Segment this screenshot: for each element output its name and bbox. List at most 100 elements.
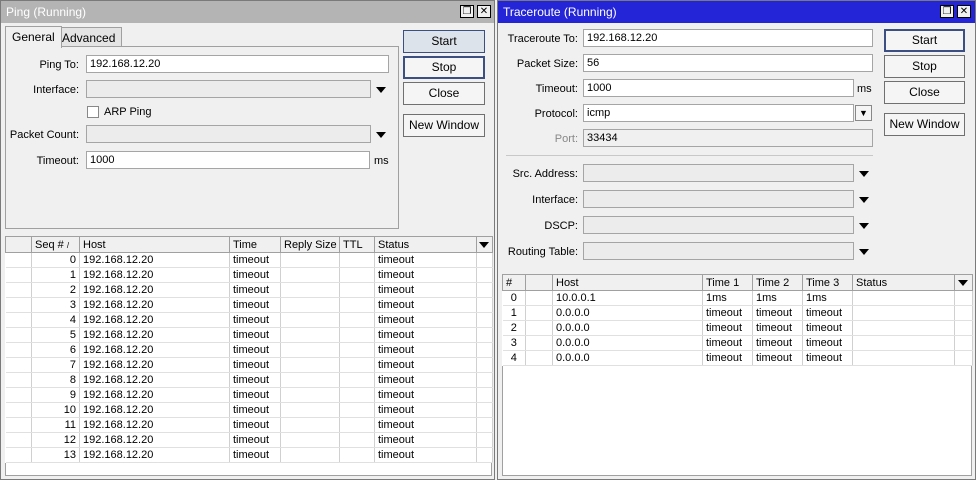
close-button[interactable]: Close xyxy=(884,81,965,104)
start-button[interactable]: Start xyxy=(884,29,965,52)
table-row[interactable]: 3 192.168.12.20 timeout timeout xyxy=(5,297,493,313)
column-header-time3[interactable]: Time 3 xyxy=(802,274,853,291)
timeout-input[interactable]: 1000 xyxy=(86,151,370,169)
cell-reply-size xyxy=(280,447,340,463)
restore-icon[interactable]: ❐ xyxy=(940,5,954,18)
cell-ttl xyxy=(339,297,375,313)
port-input[interactable]: 33434 xyxy=(583,129,873,147)
start-button[interactable]: Start xyxy=(403,30,485,53)
table-row[interactable]: 0 10.0.0.1 1ms 1ms 1ms xyxy=(502,290,973,306)
cell-status: timeout xyxy=(374,252,477,268)
table-row[interactable]: 8 192.168.12.20 timeout timeout xyxy=(5,372,493,388)
routing-table-select[interactable] xyxy=(583,242,854,260)
packet-count-select[interactable] xyxy=(86,125,371,143)
column-chooser[interactable] xyxy=(954,274,973,291)
interface-select[interactable] xyxy=(86,80,371,98)
table-row[interactable]: 2 0.0.0.0 timeout timeout timeout xyxy=(502,320,973,336)
packet-size-input[interactable]: 56 xyxy=(583,54,873,72)
table-row[interactable]: 12 192.168.12.20 timeout timeout xyxy=(5,432,493,448)
dscp-select[interactable] xyxy=(583,216,854,234)
close-button[interactable]: Close xyxy=(403,82,485,105)
stop-button[interactable]: Stop xyxy=(403,56,485,79)
timeout-input[interactable]: 1000 xyxy=(583,79,854,97)
column-header-status[interactable]: Status xyxy=(852,274,955,291)
cell-index: 3 xyxy=(502,335,526,351)
column-header-status[interactable]: Status xyxy=(374,236,477,253)
column-header-ttl[interactable]: TTL xyxy=(339,236,375,253)
cell-host: 192.168.12.20 xyxy=(79,387,230,403)
tab-general[interactable]: General xyxy=(5,26,62,48)
tab-advanced[interactable]: Advanced xyxy=(55,27,123,47)
table-row[interactable]: 1 192.168.12.20 timeout timeout xyxy=(5,267,493,283)
traceroute-results-table: # Host Time 1 Time 2 Time 3 Status 0 10.0… xyxy=(502,274,973,366)
cell-status: timeout xyxy=(374,447,477,463)
cell-index: 2 xyxy=(502,320,526,336)
column-header-host[interactable]: Host xyxy=(79,236,230,253)
cell-seq: 5 xyxy=(31,327,80,343)
table-row[interactable]: 10 192.168.12.20 timeout timeout xyxy=(5,402,493,418)
cell-seq: 9 xyxy=(31,387,80,403)
cell-spacer xyxy=(476,402,493,418)
cell-time2: timeout xyxy=(752,350,803,366)
traceroute-to-input[interactable]: 192.168.12.20 xyxy=(583,29,873,47)
ping-to-input[interactable]: 192.168.12.20 xyxy=(86,55,389,73)
close-icon[interactable]: ✕ xyxy=(957,5,971,18)
table-row[interactable]: 1 0.0.0.0 timeout timeout timeout xyxy=(502,305,973,321)
row-marker xyxy=(5,417,32,433)
row-marker xyxy=(5,327,32,343)
column-header-time[interactable]: Time xyxy=(229,236,281,253)
restore-icon[interactable]: ❐ xyxy=(460,5,474,18)
cell-spacer xyxy=(476,417,493,433)
column-header-reply-size[interactable]: Reply Size xyxy=(280,236,340,253)
close-icon[interactable]: ✕ xyxy=(477,5,491,18)
protocol-select[interactable]: icmp xyxy=(583,104,854,122)
column-header-blank[interactable] xyxy=(525,274,553,291)
traceroute-titlebar[interactable]: Traceroute (Running) ❐ ✕ xyxy=(498,1,975,23)
cell-time: timeout xyxy=(229,282,281,298)
chevron-down-icon[interactable] xyxy=(958,280,968,286)
cell-seq: 12 xyxy=(31,432,80,448)
chevron-down-icon[interactable] xyxy=(376,87,386,93)
cell-spacer xyxy=(476,357,493,373)
chevron-down-icon[interactable] xyxy=(479,242,489,248)
cell-reply-size xyxy=(280,312,340,328)
stop-button[interactable]: Stop xyxy=(884,55,965,78)
chevron-down-icon[interactable] xyxy=(376,132,386,138)
cell-status: timeout xyxy=(374,312,477,328)
table-row[interactable]: 2 192.168.12.20 timeout timeout xyxy=(5,282,493,298)
cell-time3: timeout xyxy=(802,335,853,351)
column-header-index[interactable]: # xyxy=(502,274,526,291)
table-row[interactable]: 4 0.0.0.0 timeout timeout timeout xyxy=(502,350,973,366)
dropdown-toggle-icon[interactable]: ▼ xyxy=(855,105,872,121)
new-window-button[interactable]: New Window xyxy=(884,113,965,136)
table-row[interactable]: 9 192.168.12.20 timeout timeout xyxy=(5,387,493,403)
table-row[interactable]: 5 192.168.12.20 timeout timeout xyxy=(5,327,493,343)
column-header-time2[interactable]: Time 2 xyxy=(752,274,803,291)
table-row[interactable]: 6 192.168.12.20 timeout timeout xyxy=(5,342,493,358)
ping-window: Ping (Running) ❐ ✕ General Advanced Ping… xyxy=(0,0,495,480)
column-header-time1[interactable]: Time 1 xyxy=(702,274,753,291)
new-window-button[interactable]: New Window xyxy=(403,114,485,137)
table-row[interactable]: 13 192.168.12.20 timeout timeout xyxy=(5,447,493,463)
table-row[interactable]: 7 192.168.12.20 timeout timeout xyxy=(5,357,493,373)
column-header-host[interactable]: Host xyxy=(552,274,703,291)
column-header-blank[interactable] xyxy=(5,236,32,253)
cell-ttl xyxy=(339,342,375,358)
arp-ping-checkbox[interactable] xyxy=(87,106,99,118)
table-row[interactable]: 11 192.168.12.20 timeout timeout xyxy=(5,417,493,433)
column-chooser[interactable] xyxy=(476,236,493,253)
src-address-select[interactable] xyxy=(583,164,854,182)
column-header-seq[interactable]: Seq # / xyxy=(31,236,80,253)
ping-titlebar[interactable]: Ping (Running) ❐ ✕ xyxy=(1,1,494,23)
chevron-down-icon[interactable] xyxy=(859,171,869,177)
table-row[interactable]: 4 192.168.12.20 timeout timeout xyxy=(5,312,493,328)
table-row[interactable]: 0 192.168.12.20 timeout timeout xyxy=(5,252,493,268)
chevron-down-icon[interactable] xyxy=(859,223,869,229)
table-row[interactable]: 3 0.0.0.0 timeout timeout timeout xyxy=(502,335,973,351)
chevron-down-icon[interactable] xyxy=(859,197,869,203)
interface-select[interactable] xyxy=(583,190,854,208)
cell-status xyxy=(852,305,955,321)
cell-seq: 8 xyxy=(31,372,80,388)
chevron-down-icon[interactable] xyxy=(859,249,869,255)
arp-ping-label: ARP Ping xyxy=(104,106,152,118)
